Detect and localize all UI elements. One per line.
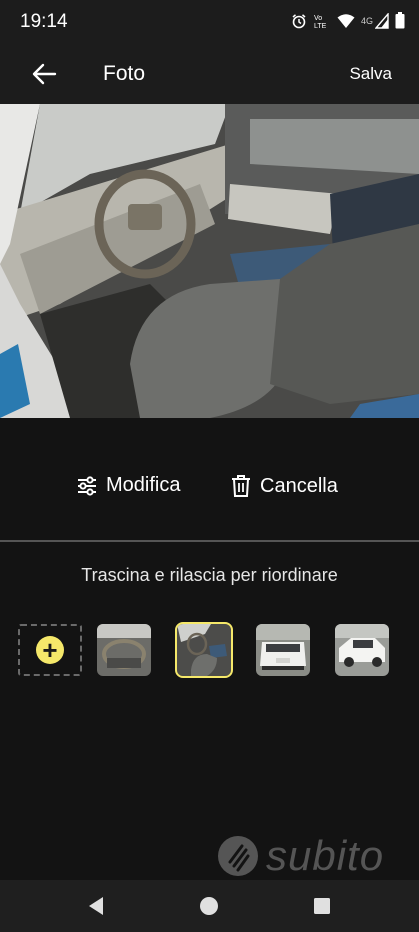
nav-recents-icon[interactable]: [313, 896, 331, 916]
divider: [0, 540, 419, 542]
thumb-side[interactable]: [335, 624, 389, 676]
svg-text:Vo: Vo: [314, 15, 322, 22]
edit-button[interactable]: Modifica: [76, 474, 180, 497]
app-bar: Foto Salva: [0, 44, 419, 104]
thumbnail-strip: +: [0, 622, 419, 680]
main-photo: [0, 104, 419, 418]
delete-button[interactable]: Cancella: [230, 474, 338, 498]
page-title: Foto: [103, 62, 146, 85]
signal-4g-icon: [375, 12, 389, 29]
wifi-icon: [337, 13, 355, 28]
thumb-front[interactable]: [256, 624, 310, 676]
nav-home-icon[interactable]: [199, 896, 219, 916]
system-nav-bar: [0, 880, 419, 932]
status-bar: 19:14 Vo LTE 4G: [0, 0, 419, 44]
watermark-text: subito: [266, 832, 385, 879]
back-button[interactable]: [30, 60, 58, 88]
save-button[interactable]: Salva: [349, 64, 392, 84]
svg-text:LTE: LTE: [314, 23, 327, 29]
photo-actions: Modifica Cancella: [0, 418, 419, 540]
status-time: 19:14: [20, 11, 68, 32]
volte-icon: Vo LTE: [314, 15, 327, 29]
add-photo-button[interactable]: +: [18, 624, 82, 676]
delete-label: Cancella: [260, 474, 338, 497]
reorder-hint: Trascina e rilascia per riordinare: [81, 565, 338, 585]
subito-watermark: subito: [216, 832, 384, 880]
trash-icon: [232, 475, 250, 497]
sliders-icon: [78, 475, 96, 496]
subito-logo-icon: [218, 836, 258, 876]
thumb-dashboard[interactable]: [97, 624, 151, 676]
network-label: 4G: [360, 15, 373, 26]
thumb-interior[interactable]: [175, 622, 233, 678]
alarm-icon: [292, 13, 306, 28]
battery-icon: [395, 12, 405, 29]
status-icons: Vo LTE 4G: [291, 12, 405, 29]
edit-label: Modifica: [106, 474, 181, 496]
nav-back-icon[interactable]: [87, 896, 105, 916]
plus-icon: +: [36, 636, 64, 664]
